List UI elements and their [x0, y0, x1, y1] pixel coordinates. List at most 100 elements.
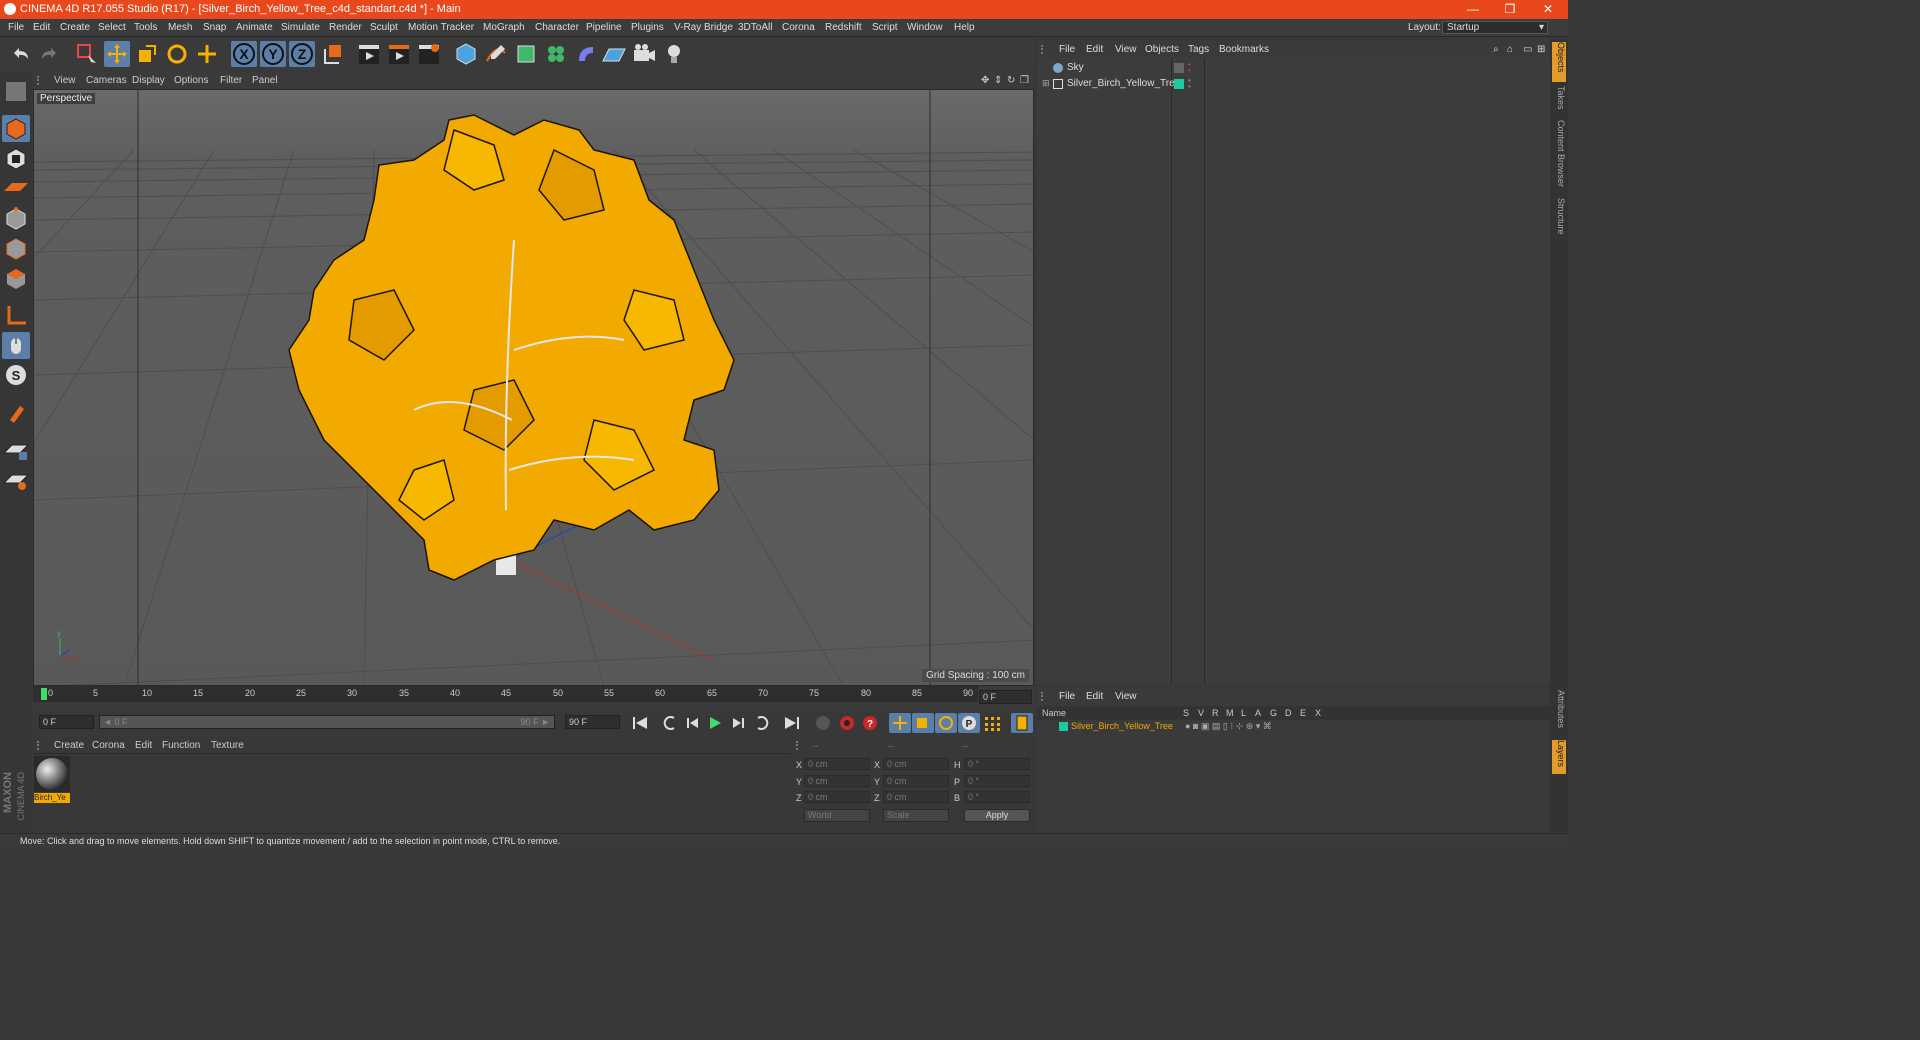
next-frame-button[interactable]	[727, 713, 749, 733]
menu-render[interactable]: Render	[329, 22, 362, 33]
tab-structure[interactable]: Structure	[1552, 198, 1566, 242]
size-z-field[interactable]: 0 cm	[883, 791, 949, 803]
size-x-field[interactable]: 0 cm	[883, 758, 949, 770]
y-axis-lock-button[interactable]: Y	[260, 41, 286, 67]
move-tool-button[interactable]	[104, 41, 130, 67]
material-menu-edit[interactable]: Edit	[135, 740, 152, 751]
render-settings-button[interactable]	[416, 41, 442, 67]
points-mode-button[interactable]	[2, 205, 30, 232]
size-y-field[interactable]: 0 cm	[883, 775, 949, 787]
perspective-viewport[interactable]: y x Perspective Grid Spacing : 100 cm	[33, 89, 1034, 686]
layer-name[interactable]: Silver_Birch_Yellow_Tree	[1071, 721, 1173, 731]
timeline-window-button[interactable]	[1011, 713, 1033, 733]
layer-menu-view[interactable]: View	[1115, 691, 1137, 702]
viewport-menu-filter[interactable]: Filter	[220, 75, 242, 86]
drag-handle-icon[interactable]	[1041, 692, 1049, 701]
tab-content-browser[interactable]: Content Browser	[1552, 120, 1566, 192]
viewport-zoom-icon[interactable]: ⇕	[994, 75, 1002, 86]
make-editable-button[interactable]	[2, 78, 30, 105]
floor-button[interactable]	[601, 41, 627, 67]
layer-tag-icon[interactable]	[1174, 79, 1184, 89]
redo-button[interactable]	[36, 41, 62, 67]
key-rotation-button[interactable]	[935, 713, 957, 733]
tab-layers[interactable]: Layers	[1552, 740, 1566, 774]
material-swatch[interactable]: Birch_Ye	[34, 756, 70, 804]
position-x-field[interactable]: 0 cm	[804, 758, 870, 770]
keyframe-selection-button[interactable]: ?	[859, 713, 881, 733]
menu-animate[interactable]: Animate	[236, 22, 273, 33]
layer-flag-icons[interactable]: ● ◙ ▣ ▤ ▯ ⁝ ⊹ ⊛ ▾ ⌘	[1185, 721, 1272, 732]
x-axis-lock-button[interactable]: X	[231, 41, 257, 67]
tweak-mode-button[interactable]	[2, 332, 30, 359]
column-view[interactable]: V	[1198, 708, 1204, 718]
workplane-mode-button[interactable]	[2, 175, 30, 202]
key-position-button[interactable]	[889, 713, 911, 733]
visibility-dots-icon[interactable]: • •	[1188, 61, 1191, 75]
viewport-menu-view[interactable]: View	[54, 75, 76, 86]
previous-key-button[interactable]	[659, 713, 681, 733]
coordinate-system-button[interactable]	[320, 41, 346, 67]
light-button[interactable]	[661, 41, 687, 67]
drag-handle-icon[interactable]	[37, 741, 45, 750]
viewport-menu-cameras[interactable]: Cameras	[86, 75, 127, 86]
go-to-end-button[interactable]	[781, 713, 803, 733]
recent-tool-button[interactable]	[194, 41, 220, 67]
magnet-button[interactable]	[2, 400, 30, 427]
key-pla-button[interactable]	[981, 713, 1003, 733]
object-menu-tags[interactable]: Tags	[1188, 44, 1209, 55]
column-solo[interactable]: S	[1183, 708, 1189, 718]
deformer-button[interactable]	[573, 41, 599, 67]
model-mode-button[interactable]	[2, 115, 30, 142]
cube-primitive-button[interactable]	[453, 41, 479, 67]
object-menu-edit[interactable]: Edit	[1086, 44, 1103, 55]
menu-create[interactable]: Create	[60, 22, 90, 33]
material-menu-create[interactable]: Create	[54, 740, 84, 751]
viewport-maximize-icon[interactable]: ❐	[1020, 75, 1029, 86]
column-generators[interactable]: G	[1270, 708, 1277, 718]
size-mode-dropdown[interactable]: Scale	[883, 809, 949, 822]
filter-icon[interactable]: ▭	[1523, 44, 1532, 55]
cloner-button[interactable]	[543, 41, 569, 67]
tab-objects[interactable]: Objects	[1552, 42, 1566, 82]
menu-window[interactable]: Window	[907, 22, 943, 33]
camera-button[interactable]	[631, 41, 657, 67]
end-frame-field[interactable]: 90 F	[565, 715, 620, 729]
viewport-menu-display[interactable]: Display	[132, 75, 165, 86]
key-parameter-button[interactable]: P	[958, 713, 980, 733]
start-frame-field[interactable]: 0 F	[39, 715, 94, 729]
menu-snap[interactable]: Snap	[203, 22, 226, 33]
menu-help[interactable]: Help	[954, 22, 975, 33]
rotation-h-field[interactable]: 0 °	[964, 758, 1030, 770]
layer-menu-file[interactable]: File	[1059, 691, 1075, 702]
position-y-field[interactable]: 0 cm	[804, 775, 870, 787]
spline-pen-button[interactable]	[483, 41, 509, 67]
material-menu-function[interactable]: Function	[162, 740, 200, 751]
locked-workplane-button[interactable]	[2, 437, 30, 464]
viewport-camera-label[interactable]: Perspective	[37, 93, 96, 104]
viewport-rotate-icon[interactable]: ↻	[1007, 75, 1015, 86]
menu-pipeline[interactable]: Pipeline	[586, 22, 622, 33]
menu-character[interactable]: Character	[535, 22, 579, 33]
menu-sculpt[interactable]: Sculpt	[370, 22, 398, 33]
autokey-button[interactable]	[836, 713, 858, 733]
visibility-dots-icon[interactable]: • •	[1188, 77, 1191, 91]
menu-vray-bridge[interactable]: V-Ray Bridge	[674, 22, 733, 33]
play-button[interactable]	[704, 713, 726, 733]
column-expressions[interactable]: E	[1300, 708, 1306, 718]
object-menu-file[interactable]: File	[1059, 44, 1075, 55]
object-row-sky[interactable]: Sky • •	[1037, 60, 1550, 76]
expand-toggle-icon[interactable]: ⊞	[1042, 78, 1050, 89]
rotation-b-field[interactable]: 0 °	[964, 791, 1030, 803]
menu-script[interactable]: Script	[872, 22, 898, 33]
home-icon[interactable]: ⌂	[1507, 44, 1513, 55]
key-scale-button[interactable]	[912, 713, 934, 733]
coordinate-space-dropdown[interactable]: World	[804, 809, 870, 822]
tab-takes[interactable]: Takes	[1552, 86, 1566, 114]
menu-mograph[interactable]: MoGraph	[483, 22, 525, 33]
z-axis-lock-button[interactable]: Z	[289, 41, 315, 67]
object-menu-view[interactable]: View	[1115, 44, 1137, 55]
menu-3dtoall[interactable]: 3DToAll	[738, 22, 772, 33]
texture-mode-button[interactable]	[2, 145, 30, 172]
polygons-mode-button[interactable]	[2, 265, 30, 292]
frame-range-slider[interactable]: ◄ 0 F 90 F ►	[99, 715, 555, 729]
